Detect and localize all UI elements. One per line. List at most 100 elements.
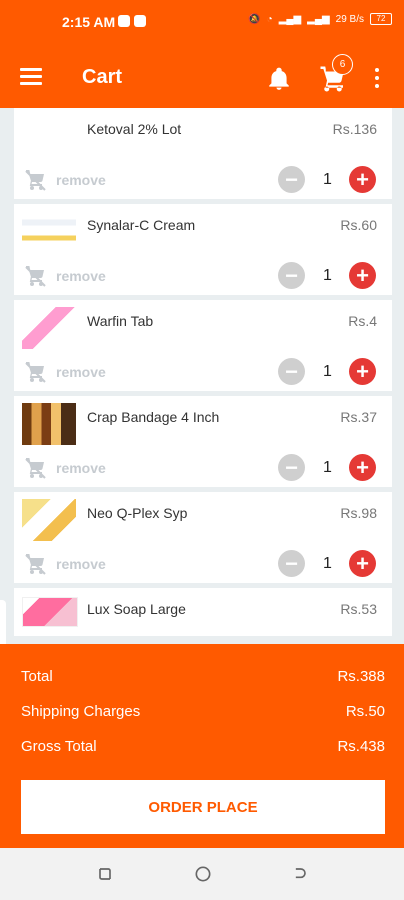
product-price: Rs.53 <box>340 601 377 617</box>
minus-icon: − <box>285 551 298 576</box>
product-name: Ketoval 2% Lot <box>87 121 182 137</box>
product-image <box>22 211 76 253</box>
cart-item: Synalar-C Cream Rs.60 remove − 1 + <box>14 204 392 295</box>
gross-total-value: Rs.438 <box>337 738 385 755</box>
cart-item: Crap Bandage 4 Inch Rs.37 remove − 1 + <box>14 396 392 487</box>
increase-button[interactable]: + <box>349 358 376 385</box>
increase-button[interactable]: + <box>349 454 376 481</box>
remove-label: remove <box>56 556 106 572</box>
plus-icon: + <box>356 359 369 384</box>
minus-icon: − <box>285 263 298 288</box>
quantity-stepper: − 1 + <box>278 166 376 193</box>
product-image <box>22 499 76 541</box>
shield-icon <box>134 15 146 27</box>
home-icon[interactable] <box>193 864 213 884</box>
remove-label: remove <box>56 172 106 188</box>
remove-cart-icon <box>25 170 46 191</box>
more-vert-icon <box>375 68 379 72</box>
decrease-button[interactable]: − <box>278 550 305 577</box>
app-bar: Cart 6 <box>0 46 404 108</box>
product-name: Warfin Tab <box>87 313 154 329</box>
quantity-value: 1 <box>323 458 332 476</box>
cart-item: Neo Q-Plex Syp Rs.98 remove − 1 + <box>14 492 392 583</box>
gross-total-row: Gross Total Rs.438 <box>21 738 385 755</box>
shipping-label: Shipping Charges <box>21 703 141 720</box>
recent-apps-icon[interactable] <box>95 864 115 884</box>
system-nav-bar <box>0 848 404 900</box>
menu-button[interactable] <box>20 68 42 86</box>
page-title: Cart <box>82 66 123 88</box>
minus-icon: − <box>285 455 298 480</box>
back-icon[interactable] <box>290 864 310 884</box>
shipping-value: Rs.50 <box>345 703 385 720</box>
remove-button[interactable]: remove <box>24 264 106 288</box>
cart-count-badge: 6 <box>332 54 353 75</box>
remove-cart-icon <box>25 458 46 479</box>
cart-item: Lux Soap Large Rs.53 <box>14 588 392 636</box>
remove-label: remove <box>56 268 106 284</box>
product-price: Rs.37 <box>340 409 377 425</box>
quantity-stepper: − 1 + <box>278 454 376 481</box>
increase-button[interactable]: + <box>349 550 376 577</box>
remove-button[interactable]: remove <box>24 168 106 192</box>
remove-cart-icon <box>25 266 46 287</box>
signal-icon: ▂▄▆ <box>278 13 302 25</box>
mute-icon: 🔕 <box>248 13 261 25</box>
more-button[interactable] <box>373 68 381 90</box>
order-summary: Total Rs.388 Shipping Charges Rs.50 Gros… <box>0 644 404 848</box>
cart-item: Warfin Tab Rs.4 remove − 1 + <box>14 300 392 391</box>
increase-button[interactable]: + <box>349 262 376 289</box>
wifi-icon: ◔ <box>266 13 273 25</box>
plus-icon: + <box>356 167 369 192</box>
remove-cart-icon <box>25 554 46 575</box>
bell-icon <box>269 67 289 90</box>
cart-button[interactable]: 6 <box>318 54 353 94</box>
quantity-stepper: − 1 + <box>278 550 376 577</box>
gross-total-label: Gross Total <box>21 738 97 755</box>
total-label: Total <box>21 668 53 685</box>
battery-icon: 72 <box>370 13 392 25</box>
quantity-value: 1 <box>323 266 332 284</box>
remove-label: remove <box>56 364 106 380</box>
message-icon <box>118 15 130 27</box>
remove-button[interactable]: remove <box>24 456 106 480</box>
minus-icon: − <box>285 167 298 192</box>
decrease-button[interactable]: − <box>278 262 305 289</box>
remove-label: remove <box>56 460 106 476</box>
remove-button[interactable]: remove <box>24 552 106 576</box>
product-image <box>22 597 78 627</box>
plus-icon: + <box>356 455 369 480</box>
signal-icon-2: ▂▄▆ <box>307 13 330 25</box>
network-speed: 29 B/s <box>335 13 364 25</box>
side-handle[interactable] <box>0 600 6 648</box>
notification-button[interactable] <box>266 66 292 92</box>
cart-list: Ketoval 2% Lot Rs.136 remove − 1 + Synal… <box>14 108 392 644</box>
status-time: 2:15 AM <box>62 14 116 30</box>
order-place-button[interactable]: ORDER PLACE <box>21 780 385 834</box>
remove-button[interactable]: remove <box>24 360 106 384</box>
cart-item: Ketoval 2% Lot Rs.136 remove − 1 + <box>14 108 392 199</box>
plus-icon: + <box>356 551 369 576</box>
quantity-value: 1 <box>323 362 332 380</box>
product-name: Lux Soap Large <box>87 601 186 617</box>
status-right: 🔕 ◔ ▂▄▆ ▂▄▆ 29 B/s 72 <box>248 13 392 25</box>
status-left-icons <box>118 15 146 27</box>
quantity-stepper: − 1 + <box>278 262 376 289</box>
total-value: Rs.388 <box>337 668 385 685</box>
product-name: Neo Q-Plex Syp <box>87 505 188 521</box>
product-price: Rs.136 <box>332 121 377 137</box>
product-name: Synalar-C Cream <box>87 217 196 233</box>
minus-icon: − <box>285 359 298 384</box>
product-image <box>22 115 76 157</box>
decrease-button[interactable]: − <box>278 454 305 481</box>
remove-cart-icon <box>25 362 46 383</box>
product-image <box>22 403 76 445</box>
total-row: Total Rs.388 <box>21 668 385 685</box>
product-image <box>22 307 76 349</box>
decrease-button[interactable]: − <box>278 358 305 385</box>
plus-icon: + <box>356 263 369 288</box>
increase-button[interactable]: + <box>349 166 376 193</box>
decrease-button[interactable]: − <box>278 166 305 193</box>
shipping-row: Shipping Charges Rs.50 <box>21 703 385 720</box>
quantity-value: 1 <box>323 170 332 188</box>
